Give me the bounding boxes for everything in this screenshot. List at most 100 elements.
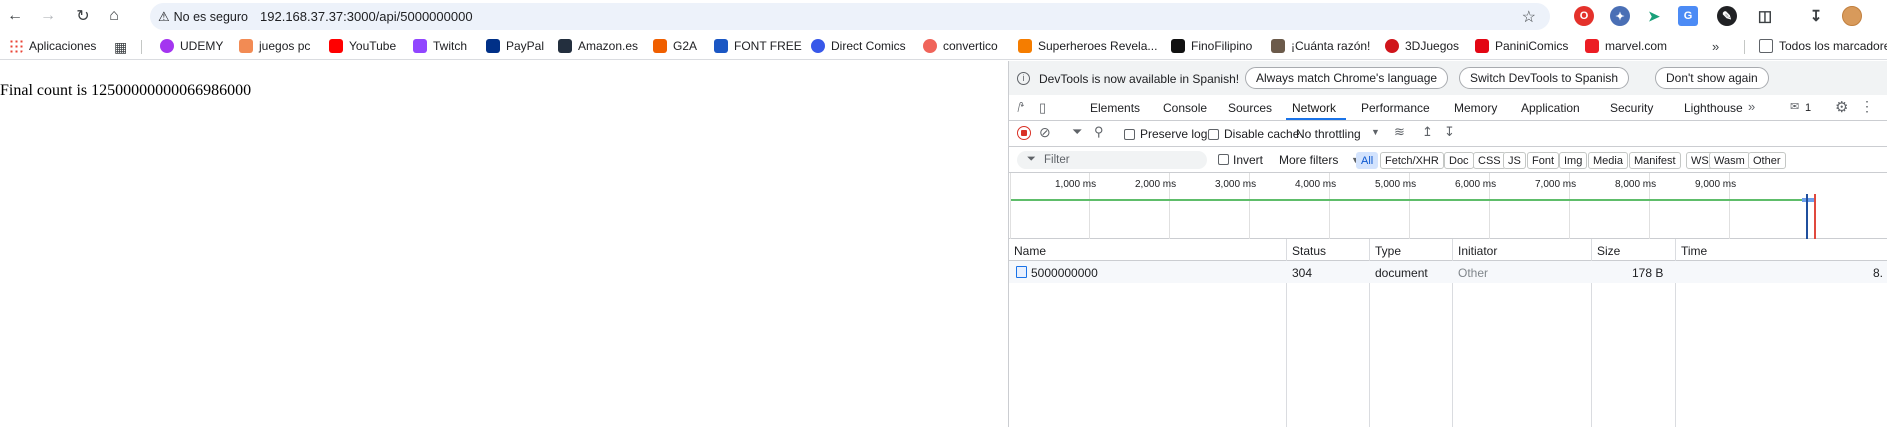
tab-application[interactable]: Application [1521, 101, 1580, 115]
more-tabs-icon[interactable]: » [1748, 99, 1755, 114]
youtube-icon [329, 39, 343, 53]
column-status[interactable]: Status [1292, 244, 1326, 258]
bookmark-3djuegos[interactable]: 3DJuegos [1385, 39, 1459, 53]
filter-funnel-icon[interactable]: ⏷ [1072, 124, 1082, 140]
cuanta-razon-icon [1271, 39, 1285, 53]
blogger-icon [1018, 39, 1032, 53]
invert-checkbox[interactable] [1218, 154, 1229, 165]
issues-count[interactable]: 1 [1805, 102, 1811, 114]
disable-cache-checkbox[interactable] [1208, 129, 1219, 140]
tab-lighthouse[interactable]: Lighthouse [1684, 101, 1743, 115]
bookmark-superheroes[interactable]: Superheroes Revela... [1018, 39, 1157, 53]
bookmark-paninicomics[interactable]: PaniniComics [1475, 39, 1568, 53]
network-overview-timeline[interactable]: 1,000 ms 2,000 ms 3,000 ms 4,000 ms 5,00… [1009, 173, 1887, 239]
filter-chip-wasm[interactable]: Wasm [1709, 152, 1750, 169]
preserve-log-label: Preserve log [1140, 127, 1208, 141]
bookmark-label: marvel.com [1605, 39, 1668, 53]
tab-groups-icon[interactable]: ▦ [114, 39, 127, 56]
tab-console[interactable]: Console [1163, 101, 1207, 115]
tab-sources[interactable]: Sources [1228, 101, 1272, 115]
bookmark-paypal[interactable]: PayPal [486, 39, 544, 53]
tab-elements[interactable]: Elements [1090, 101, 1140, 115]
filter-chip-img[interactable]: Img [1559, 152, 1588, 169]
avatar[interactable] [1842, 6, 1862, 26]
bookmark-label: FONT FREE [734, 39, 802, 53]
load-event-line [1814, 194, 1816, 239]
device-toolbar-icon[interactable]: ▯ [1039, 100, 1046, 116]
network-conditions-icon[interactable]: ≋ [1394, 124, 1405, 140]
more-bookmarks-icon[interactable]: » [1712, 39, 1719, 54]
opera-extension-icon[interactable]: O [1574, 6, 1594, 26]
export-har-icon[interactable]: ↧ [1444, 124, 1455, 140]
bookmark-all[interactable]: Todos los marcadores [1759, 39, 1887, 53]
table-row[interactable]: 5000000000 304 document Other 178 B 8. [1009, 261, 1887, 283]
bookmark-youtube[interactable]: YouTube [329, 39, 396, 53]
filter-input[interactable]: ⏷ Filter [1017, 151, 1207, 169]
bookmark-convertico[interactable]: convertico [923, 39, 998, 53]
kebab-menu-icon[interactable]: ⋮ [1860, 98, 1874, 115]
timeline-tick-label: 5,000 ms [1375, 179, 1417, 190]
url-text[interactable]: 192.168.37.37:3000/api/5000000000 [260, 9, 473, 24]
bookmark-star-icon[interactable]: ☆ [1522, 7, 1536, 27]
column-name[interactable]: Name [1014, 244, 1046, 258]
always-match-language-button[interactable]: Always match Chrome's language [1245, 67, 1449, 89]
bookmark-marvel[interactable]: marvel.com [1585, 39, 1667, 53]
filter-chip-font[interactable]: Font [1527, 152, 1560, 169]
reload-icon[interactable]: ↻ [69, 2, 97, 30]
bookmark-udemy[interactable]: UDEMY [160, 39, 223, 53]
browser-toolbar: ← → ↻ ⌂ ⚠ No es seguro 192.168.37.37:300… [0, 0, 1887, 32]
bookmark-juegos-pc[interactable]: juegos pc [239, 39, 310, 53]
bookmark-finofilipino[interactable]: FinoFilipino [1171, 39, 1252, 53]
filter-chip-all[interactable]: All [1356, 152, 1379, 169]
filter-chip-media[interactable]: Media [1588, 152, 1628, 169]
tab-performance[interactable]: Performance [1361, 101, 1430, 115]
column-initiator[interactable]: Initiator [1458, 244, 1497, 258]
bookmark-direct-comics[interactable]: Direct Comics [811, 39, 906, 53]
dont-show-again-button[interactable]: Don't show again [1655, 67, 1769, 89]
eyedropper-extension-icon[interactable]: ✎ [1717, 6, 1737, 26]
download-icon[interactable]: ↧ [1806, 6, 1826, 26]
bookmark-g2a[interactable]: G2A [653, 39, 697, 53]
filter-chip-doc[interactable]: Doc [1444, 152, 1474, 169]
security-label[interactable]: No es seguro [174, 10, 248, 24]
import-har-icon[interactable]: ↥ [1422, 124, 1433, 140]
filter-chip-fetch-xhr[interactable]: Fetch/XHR [1380, 152, 1444, 169]
puzzle-extensions-icon[interactable]: ◫ [1755, 6, 1775, 26]
home-icon[interactable]: ⌂ [100, 2, 128, 30]
chevron-down-icon[interactable]: ▼ [1371, 127, 1380, 137]
back-icon[interactable]: ← [1, 2, 29, 30]
switch-to-spanish-button[interactable]: Switch DevTools to Spanish [1459, 67, 1630, 89]
timeline-tick-label: 6,000 ms [1455, 179, 1497, 190]
preserve-log-checkbox[interactable] [1124, 129, 1135, 140]
request-name[interactable]: 5000000000 [1031, 266, 1098, 280]
clear-icon[interactable]: ⊘ [1039, 124, 1051, 141]
column-time[interactable]: Time [1681, 244, 1707, 258]
address-bar[interactable]: ⚠ No es seguro 192.168.37.37:3000/api/50… [150, 3, 1550, 30]
bookmark-font-free[interactable]: FONT FREE [714, 39, 802, 53]
tab-security[interactable]: Security [1610, 101, 1653, 115]
more-filters-dropdown[interactable]: More filters [1279, 153, 1338, 167]
bookmark-twitch[interactable]: Twitch [413, 39, 467, 53]
tab-memory[interactable]: Memory [1454, 101, 1497, 115]
column-size[interactable]: Size [1597, 244, 1620, 258]
filter-chip-js[interactable]: JS [1503, 152, 1526, 169]
filter-chip-css[interactable]: CSS [1473, 152, 1506, 169]
settings-gear-icon[interactable]: ⚙ [1835, 98, 1848, 116]
bookmark-cuanta-razon[interactable]: ¡Cuánta razón! [1271, 39, 1370, 53]
filter-chip-other[interactable]: Other [1748, 152, 1786, 169]
translate-extension-icon[interactable]: G [1678, 6, 1698, 26]
bookmark-amazon[interactable]: Amazon.es [558, 39, 638, 53]
bookmark-aplicaciones[interactable]: Aplicaciones [9, 39, 96, 53]
bird-extension-icon[interactable]: ➤ [1644, 6, 1664, 26]
issues-icon[interactable]: ✉ [1790, 100, 1799, 113]
column-type[interactable]: Type [1375, 244, 1401, 258]
throttling-select[interactable]: No throttling [1296, 127, 1361, 141]
disable-cache-label: Disable cache [1224, 127, 1300, 141]
forward-icon[interactable]: → [34, 2, 62, 30]
timeline-tick-label: 3,000 ms [1215, 179, 1257, 190]
globe-extension-icon[interactable]: ✦ [1610, 6, 1630, 26]
search-icon[interactable]: ⚲ [1094, 124, 1104, 140]
filter-chip-manifest[interactable]: Manifest [1629, 152, 1681, 169]
inspect-element-icon[interactable]: ⭚ [1017, 100, 1025, 116]
tab-network[interactable]: Network [1292, 101, 1336, 115]
